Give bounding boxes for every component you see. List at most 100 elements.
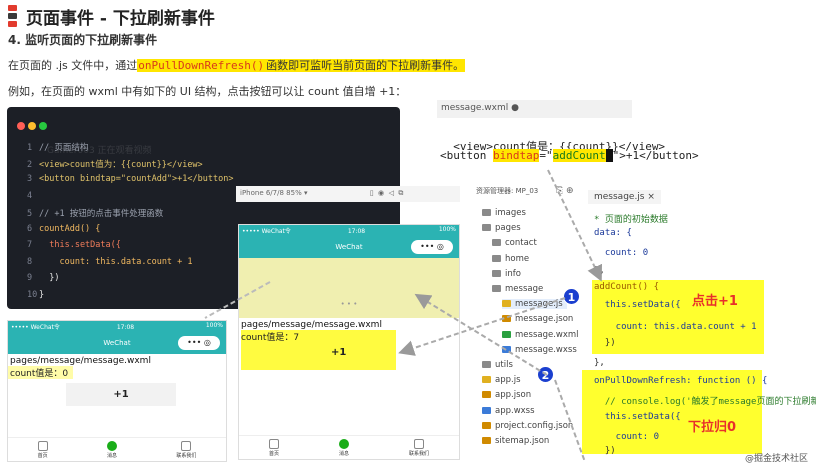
tab-label: 联系我们 <box>176 453 197 459</box>
explorer-item[interactable]: message.wxml <box>502 330 579 340</box>
explorer-item[interactable]: home <box>492 254 529 264</box>
explorer-item[interactable]: project.config.json <box>482 421 573 431</box>
footer-watermark: @掘金技术社区 <box>744 454 808 464</box>
capsule-menu-button[interactable]: ••• ◎ <box>411 240 453 254</box>
tab-bar: 首页 消息 联系我们 <box>239 435 459 459</box>
explorer-item[interactable]: contact <box>492 238 537 248</box>
tab-item[interactable]: 联系我们 <box>409 436 429 459</box>
code-text: count: this.data.count + 1 <box>39 256 193 267</box>
file-icon <box>502 315 511 323</box>
nav-title: WeChat <box>335 243 363 251</box>
line-number: 2 <box>27 159 33 170</box>
js-code-line: this.setData({ <box>594 300 681 310</box>
line-number: 6 <box>27 223 33 234</box>
highlight-box: count值是：7 +1 <box>241 330 396 370</box>
code-line: 4 <box>27 191 39 201</box>
explorer-item-label: project.config.json <box>495 420 574 431</box>
explorer-item[interactable]: images <box>482 208 526 218</box>
tab-message-js[interactable]: message.js × <box>588 190 661 204</box>
file-icon <box>502 300 511 308</box>
tab-item[interactable]: 联系我们 <box>176 438 196 461</box>
nav-bar: WeChat ••• ◎ <box>8 332 226 354</box>
tab-bar: 首页 消息 联系我们 <box>8 437 226 461</box>
explorer-item-label: info <box>505 268 521 279</box>
file-icon <box>482 421 491 429</box>
explorer-item[interactable]: utils <box>482 360 513 370</box>
folder-icon <box>482 209 491 216</box>
js-code-line: * 页面的初始数据 <box>594 215 668 225</box>
new-file-icon[interactable]: ⎘ ⊕ <box>556 186 574 196</box>
tab-item[interactable]: 首页 <box>268 436 279 459</box>
message-icon <box>338 439 349 449</box>
tab-item[interactable]: 消息 <box>338 436 349 459</box>
explorer-item-label: app.js <box>495 375 521 386</box>
maximize-dot-icon <box>39 122 47 130</box>
count-text: count值是：7 <box>241 333 300 343</box>
carrier-label: ••••• WeChat令 <box>11 324 60 331</box>
file-icon <box>482 391 491 399</box>
code-text: } <box>39 289 45 300</box>
code-text: }) <box>39 273 60 283</box>
plus-one-button[interactable]: +1 <box>331 347 396 358</box>
code-line: 7 this.setData({ <box>27 240 121 250</box>
js-code-line: }) <box>594 338 616 348</box>
home-icon <box>37 441 48 451</box>
js-code-line: }) <box>594 446 616 456</box>
explorer-item[interactable]: pages <box>482 223 521 233</box>
wxml-eq: =" <box>539 149 553 162</box>
battery-label: 100% <box>205 322 223 329</box>
explorer-item[interactable]: message <box>492 284 543 294</box>
page-path: pages/message/message.wxml <box>241 320 382 330</box>
explorer-item[interactable]: message.js <box>502 299 567 310</box>
line-number: 3 <box>27 174 33 184</box>
code-line: 9 }) <box>27 273 59 283</box>
explorer-item[interactable]: info <box>492 269 521 279</box>
explorer-item-label: home <box>505 253 530 264</box>
tab-item[interactable]: 首页 <box>37 438 48 461</box>
code-text: <button bindtap="countAdd">+1</button> <box>39 174 234 184</box>
explorer-item-label: contact <box>505 238 537 249</box>
tab-label: 消息 <box>106 453 117 459</box>
device-select[interactable]: iPhone 6/7/8 85% ▾ <box>240 189 307 197</box>
js-code-line: }, <box>594 266 605 276</box>
js-code-line: count: 0 <box>594 248 649 258</box>
code-line: 10} <box>27 290 44 300</box>
tab-message-wxml[interactable]: message.wxml ● <box>437 100 632 118</box>
code-line: 5 // +1 按钮的点击事件处理函数 <box>27 207 163 219</box>
wxml-button-open: <button <box>440 149 493 162</box>
explorer-item[interactable]: app.js <box>482 375 521 385</box>
file-icon <box>502 345 511 353</box>
text-cursor: | <box>605 149 613 162</box>
code-line: 6 countAdd() { <box>27 224 100 234</box>
explorer-item[interactable]: app.json <box>482 390 531 400</box>
intro-text-post: 函数即可监听当前页面的下拉刷新事件。 <box>265 59 466 72</box>
status-time: 17:08 <box>347 228 366 235</box>
folder-icon <box>492 269 501 277</box>
file-icon <box>482 406 491 414</box>
phone-simulator-after: ••••• WeChat令 17:08 100% WeChat ••• ◎ • … <box>238 224 460 460</box>
capsule-menu-button[interactable]: ••• ◎ <box>178 336 220 350</box>
video-watermark: Gamer003 正在观看视频 <box>47 146 152 156</box>
carrier-label: ••••• WeChat令 <box>242 228 291 235</box>
status-bar: ••••• WeChat令 17:08 100% <box>239 225 459 236</box>
js-code-line: // console.log('触发了message页面的下拉刷新') <box>594 397 816 407</box>
explorer-item-label: utils <box>495 360 513 370</box>
nav-title: WeChat <box>103 339 131 347</box>
explorer-item[interactable]: app.wxss <box>482 406 535 416</box>
explorer-item-label: app.json <box>495 390 532 401</box>
toolbar-icons[interactable]: ▯ ◉ ◁ ⧉ <box>370 189 404 197</box>
minimize-dot-icon <box>28 122 36 130</box>
plus-one-button[interactable]: +1 <box>66 383 176 406</box>
folder-icon <box>482 224 491 232</box>
page-path: pages/message/message.wxml <box>10 356 151 366</box>
explorer-item[interactable]: message.wxss <box>502 345 577 355</box>
intro-text-pre: 在页面的 .js 文件中，通过 <box>8 59 138 72</box>
line-number: 7 <box>27 240 33 250</box>
explorer-item[interactable]: message.json <box>502 314 573 324</box>
js-code-line: onPullDownRefresh: function () { <box>594 376 768 386</box>
explorer-item[interactable]: sitemap.json <box>482 436 549 446</box>
js-code-line: data: { <box>594 228 632 238</box>
code-text: this.setData({ <box>39 240 121 250</box>
tab-item[interactable]: 消息 <box>106 438 117 461</box>
contact-icon <box>181 441 192 451</box>
